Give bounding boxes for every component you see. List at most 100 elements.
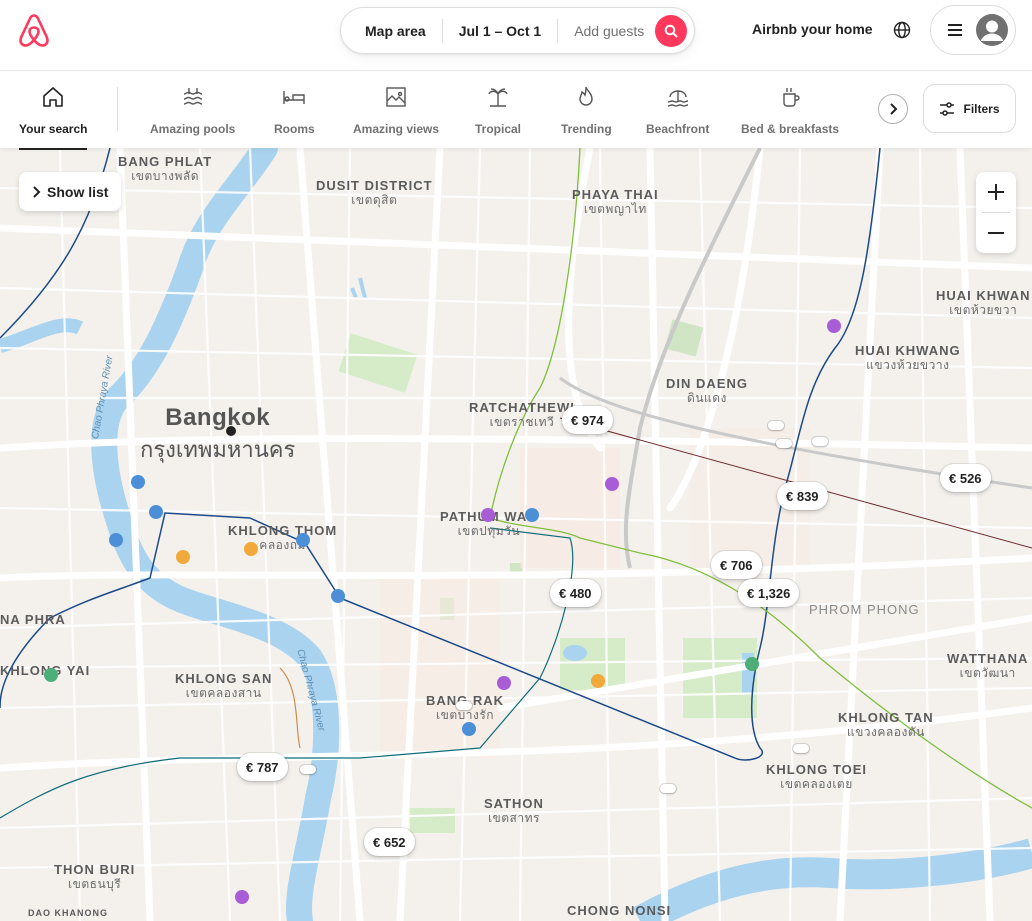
flame-icon <box>579 86 594 106</box>
camera-poi-icon[interactable] <box>149 505 163 519</box>
price-pin[interactable]: € 839 <box>777 482 828 510</box>
category-tropical[interactable]: Tropical <box>475 85 521 136</box>
camera-poi-icon[interactable] <box>131 475 145 489</box>
user-menu-button[interactable] <box>930 5 1016 55</box>
camera-poi-icon[interactable] <box>296 533 310 547</box>
price-pin[interactable]: € 706 <box>711 551 762 579</box>
category-bed-breakfasts[interactable]: Bed & breakfasts <box>741 85 839 136</box>
menu-icon <box>948 24 962 36</box>
search-icon <box>664 24 678 38</box>
category-label: Trending <box>561 122 612 136</box>
price-pin[interactable]: € 480 <box>550 579 601 607</box>
search-guests[interactable]: Add guests <box>558 23 656 39</box>
bus-poi-icon[interactable] <box>109 533 123 547</box>
category-amazing-pools[interactable]: Amazing pools <box>150 85 235 136</box>
top-header: Map area Jul 1 – Oct 1 Add guests Airbnb… <box>0 0 1032 71</box>
listing-marker[interactable] <box>456 701 472 710</box>
district-label: DAO KHANONG <box>28 908 108 918</box>
category-trending[interactable]: Trending <box>561 85 612 136</box>
map-view[interactable]: Bangkok กรุงเทพมหานคร Chao Phraya River … <box>0 148 1032 921</box>
district-label: RATCHATHEWI เขตราชเทวี <box>469 400 575 429</box>
category-rooms[interactable]: Rooms <box>274 85 315 136</box>
price-pin[interactable]: € 526 <box>940 464 991 492</box>
shopping-poi-icon[interactable] <box>605 477 619 491</box>
zoom-in-button[interactable] <box>976 172 1016 212</box>
category-amazing-views[interactable]: Amazing views <box>353 85 439 136</box>
camera-poi-icon[interactable] <box>525 508 539 522</box>
chevron-right-icon <box>33 185 41 198</box>
district-label: KHLONG SAN เขตคลองสาน <box>175 671 273 700</box>
category-fade <box>840 71 880 148</box>
district-label: THON BURI เขตธนบุรี <box>54 862 136 891</box>
park-poi-icon[interactable] <box>44 668 58 682</box>
view-icon <box>386 87 406 107</box>
zoom-controls <box>976 172 1016 253</box>
listing-marker[interactable] <box>660 784 676 793</box>
show-list-label: Show list <box>47 183 109 200</box>
city-label: Bangkok กรุงเทพมหานคร <box>140 404 296 462</box>
price-pin[interactable]: € 652 <box>364 828 415 856</box>
category-label: Your search <box>19 122 88 136</box>
district-label: CHONG NONSI <box>567 903 672 918</box>
user-icon <box>980 20 1004 41</box>
category-beachfront[interactable]: Beachfront <box>646 85 709 136</box>
listing-marker[interactable] <box>776 439 792 448</box>
home-icon <box>43 87 64 107</box>
food-poi-icon[interactable] <box>176 550 190 564</box>
plus-icon <box>988 184 1004 200</box>
category-label: Amazing views <box>353 122 440 136</box>
district-label: BANG PHLAT เขตบางพลัด <box>118 154 213 183</box>
listing-marker[interactable] <box>812 437 828 446</box>
category-label: Beachfront <box>646 122 710 136</box>
price-pin[interactable]: € 1,326 <box>738 579 800 607</box>
filters-label: Filters <box>963 101 1000 116</box>
show-list-button[interactable]: Show list <box>19 172 121 211</box>
price-pin[interactable]: € 787 <box>237 753 288 781</box>
shopping-poi-icon[interactable] <box>827 319 841 333</box>
listing-marker[interactable] <box>793 744 809 753</box>
coffee-icon <box>783 88 800 107</box>
zoom-out-button[interactable] <box>976 213 1016 253</box>
search-button[interactable] <box>655 15 687 47</box>
minus-icon <box>988 232 1004 234</box>
search-dates[interactable]: Jul 1 – Oct 1 <box>443 23 557 39</box>
category-divider <box>117 87 118 131</box>
category-label: Amazing pools <box>150 122 236 136</box>
shop-poi-icon[interactable] <box>244 542 258 556</box>
shopping-poi-icon[interactable] <box>497 676 511 690</box>
category-next-button[interactable] <box>878 94 908 124</box>
district-label: DIN DAENG ดินแดง <box>666 376 748 405</box>
listing-marker[interactable] <box>768 421 784 430</box>
district-label: HUAI KHWANG แขวงห้วยขวาง <box>855 343 961 372</box>
category-your-search[interactable]: Your search <box>19 85 87 150</box>
category-bar: Your search Amazing pools Rooms Amazing … <box>0 71 1032 148</box>
airbnb-logo-icon[interactable] <box>18 14 50 48</box>
chevron-right-icon <box>890 103 898 115</box>
host-link[interactable]: Airbnb your home <box>752 21 873 37</box>
district-label: HUAI KHWAN เขตห้วยขวา <box>936 288 1031 317</box>
palm-icon <box>488 88 508 107</box>
avatar <box>976 14 1008 46</box>
beach-icon <box>667 90 688 107</box>
shopping-poi-icon[interactable] <box>481 508 495 522</box>
district-label: KHLONG TAN แขวงคลองตัน <box>838 710 934 739</box>
district-label: SATHON เขตสาทร <box>484 796 544 825</box>
park-poi-icon[interactable] <box>745 657 759 671</box>
search-bar[interactable]: Map area Jul 1 – Oct 1 Add guests <box>340 7 695 54</box>
district-label: WATTHANA เขตวัฒนา <box>947 651 1029 680</box>
camera-poi-icon[interactable] <box>331 589 345 603</box>
camera-poi-icon[interactable] <box>462 722 476 736</box>
pool-icon <box>183 88 202 105</box>
price-pin[interactable]: € 974 <box>562 406 613 434</box>
district-label: KHLONG TOEI เขตคลองเตย <box>766 762 868 791</box>
sliders-icon <box>940 101 955 116</box>
district-label: DUSIT DISTRICT เขตดุสิต <box>316 178 433 207</box>
search-location[interactable]: Map area <box>341 23 442 39</box>
shopping-poi-icon[interactable] <box>235 890 249 904</box>
food-poi-icon[interactable] <box>591 674 605 688</box>
category-label: Bed & breakfasts <box>741 122 840 136</box>
listing-marker[interactable] <box>300 765 316 774</box>
category-label: Rooms <box>274 122 315 136</box>
globe-icon[interactable] <box>893 21 911 39</box>
filters-button[interactable]: Filters <box>923 84 1016 133</box>
